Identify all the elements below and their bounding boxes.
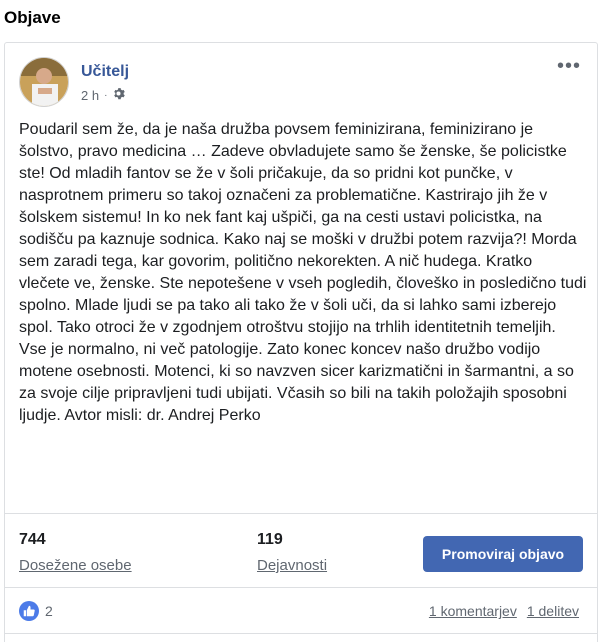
reach-stat: 744 Dosežene osebe (19, 531, 132, 574)
reaction-count: 2 (45, 603, 53, 619)
post-meta: 2 h · (81, 87, 126, 103)
post-text: Poudaril sem že, da je naša družba povse… (19, 121, 587, 424)
comments-link[interactable]: 1 komentarjev (429, 603, 517, 619)
like-icon (19, 601, 39, 621)
promote-post-button[interactable]: Promoviraj objavo (423, 536, 583, 572)
reactions-summary[interactable]: 2 (19, 601, 53, 621)
divider (5, 633, 597, 634)
reach-value: 744 (19, 531, 46, 548)
engagement-label[interactable]: Dejavnosti (257, 557, 327, 574)
post-header: Učitelj 2 h · ••• (19, 56, 581, 109)
section-title: Objave (4, 8, 61, 27)
engagement-value: 119 (257, 531, 283, 548)
engagement-links: 1 komentarjev 1 delitev (429, 603, 579, 619)
divider (5, 513, 597, 514)
reach-label[interactable]: Dosežene osebe (19, 557, 132, 574)
shares-link[interactable]: 1 delitev (527, 603, 579, 619)
more-options-icon[interactable]: ••• (557, 56, 581, 76)
author-avatar[interactable] (19, 57, 69, 107)
separator-dot: · (104, 89, 108, 101)
post-time[interactable]: 2 h (81, 88, 99, 103)
gear-icon[interactable] (112, 87, 126, 103)
author-name[interactable]: Učitelj (81, 63, 129, 81)
post-card: Učitelj 2 h · ••• Poudaril sem že, da je… (4, 42, 598, 642)
divider (5, 587, 597, 588)
engagement-stat: 119 Dejavnosti (257, 531, 327, 574)
